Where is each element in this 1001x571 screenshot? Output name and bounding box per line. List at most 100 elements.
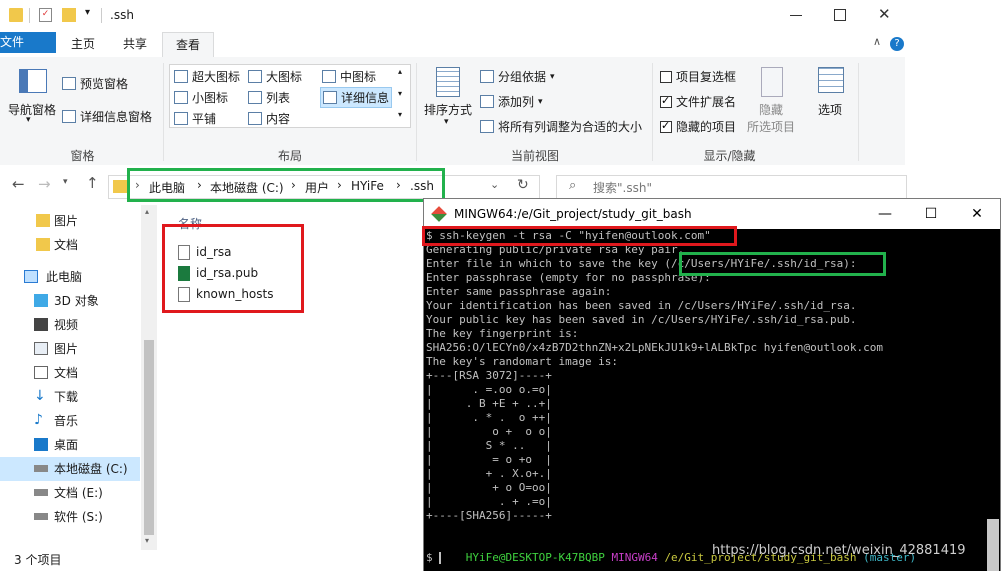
details-pane-icon	[62, 110, 76, 123]
scroll-up-icon[interactable]: ▴	[145, 207, 149, 216]
folder-icon	[9, 8, 23, 22]
size-all-columns-button[interactable]: 将所有列调整为合适的大小	[480, 118, 642, 135]
layout-expand-icon[interactable]: ▾	[398, 110, 402, 119]
nav-label: 文档 (E:)	[54, 486, 103, 500]
nav-pane-button[interactable]: 导航窗格 ▾	[6, 65, 58, 130]
nav-label: 软件 (S:)	[54, 510, 103, 524]
address-dropdown-icon[interactable]: ⌄	[490, 178, 499, 191]
terminal-line: | + o O=oo|	[426, 481, 552, 494]
tab-view[interactable]: 查看	[162, 32, 214, 58]
nav-item-drive-e[interactable]: 文档 (E:)	[0, 481, 140, 505]
minimize-button[interactable]	[790, 15, 802, 16]
nav-item-music[interactable]: ♪ 音乐	[0, 409, 140, 433]
preview-pane-button[interactable]: 预览窗格	[62, 75, 128, 92]
nav-item-local-disk-c[interactable]: 本地磁盘 (C:)	[0, 457, 140, 481]
properties-icon[interactable]: ✓	[39, 8, 52, 22]
item-checkboxes-checkbox[interactable]	[660, 70, 672, 83]
prompt-user: HYiFe@DESKTOP-K47BQBP	[465, 551, 605, 564]
separator	[29, 8, 30, 23]
hidden-items-checkbox[interactable]	[660, 119, 672, 133]
layout-s-icons[interactable]: 小图标	[174, 89, 228, 106]
maximize-button[interactable]: ☐	[908, 199, 954, 229]
layout-xl-icons[interactable]: 超大图标	[174, 68, 240, 85]
nav-label: 文档	[54, 238, 79, 252]
list-label: 列表	[266, 91, 291, 105]
sort-by-label: 排序方式	[424, 103, 473, 117]
size-all-columns-label: 将所有列调整为合适的大小	[498, 120, 643, 134]
back-arrow-icon[interactable]: ←	[12, 175, 25, 193]
drive-icon	[34, 465, 48, 472]
terminal-line: | . + .=o|	[426, 495, 552, 508]
nav-item-documents-2[interactable]: 文档	[0, 361, 140, 385]
nav-item-videos[interactable]: 视频	[0, 313, 140, 337]
nav-item-documents[interactable]: 文档	[0, 233, 140, 257]
nav-item-drive-s[interactable]: 软件 (S:)	[0, 505, 140, 529]
layout-details[interactable]: 详细信息	[320, 87, 393, 108]
terminal-scroll-thumb[interactable]	[987, 519, 999, 571]
nav-item-pictures-2[interactable]: 图片	[0, 337, 140, 361]
terminal-input-line[interactable]: $	[426, 551, 442, 565]
terminal-output[interactable]: $ ssh-keygen -t rsa -C "hyifen@outlook.c…	[424, 229, 1000, 571]
ribbon-separator	[163, 63, 164, 161]
item-checkboxes-toggle[interactable]: 项目复选框	[660, 68, 736, 85]
tab-file[interactable]: 文件	[0, 32, 56, 53]
group-by-button[interactable]: 分组依据 ▾	[480, 68, 555, 85]
up-arrow-icon[interactable]: ↑	[86, 174, 99, 192]
layout-content[interactable]: 内容	[248, 110, 290, 127]
nav-item-this-pc[interactable]: 此电脑	[0, 265, 140, 289]
close-button[interactable]: ✕	[878, 5, 891, 23]
tab-home[interactable]: 主页	[58, 32, 108, 57]
size-columns-icon	[480, 120, 494, 133]
nav-item-downloads[interactable]: ↓ 下载	[0, 385, 140, 409]
collapse-ribbon-icon[interactable]: ∧	[873, 35, 881, 48]
hidden-items-toggle[interactable]: 隐藏的项目	[660, 118, 736, 135]
nav-item-desktop[interactable]: 桌面	[0, 433, 140, 457]
terminal-title: MINGW64:/e/Git_project/study_git_bash	[454, 207, 692, 221]
customize-toolbar-icon[interactable]: ▾	[85, 7, 90, 18]
layout-l-icons[interactable]: 大图标	[248, 68, 302, 85]
layout-tiles[interactable]: 平铺	[174, 110, 216, 127]
layout-list[interactable]: 列表	[248, 89, 290, 106]
search-box[interactable]: ⌕ 搜索".ssh"	[556, 175, 907, 199]
refresh-icon[interactable]: ↻	[517, 177, 529, 193]
layout-scroll-up-icon[interactable]: ▴	[398, 67, 402, 76]
sort-by-button[interactable]: 排序方式 ▾	[422, 65, 476, 135]
text-cursor	[439, 552, 442, 564]
hide-selected-button[interactable]: 隐藏 所选项目	[745, 65, 800, 137]
forward-arrow-icon[interactable]: →	[38, 175, 51, 193]
group-label-show-hide: 显示/隐藏	[703, 149, 756, 163]
scroll-down-icon[interactable]: ▾	[145, 536, 149, 545]
s-icons-icon	[174, 91, 188, 104]
details-pane-button[interactable]: 详细信息窗格	[62, 108, 152, 125]
download-icon: ↓	[34, 388, 46, 404]
picture-icon	[34, 342, 48, 355]
details-label: 详细信息	[341, 91, 390, 105]
search-icon: ⌕	[569, 178, 577, 193]
options-button[interactable]: 选项	[812, 65, 852, 125]
help-icon[interactable]: ?	[890, 37, 904, 51]
details-icon	[323, 91, 337, 104]
terminal-scrollbar[interactable]	[986, 229, 1000, 571]
nav-scroll-thumb[interactable]	[144, 340, 154, 535]
file-extensions-toggle[interactable]: 文件扩展名	[660, 93, 736, 110]
layout-m-icons[interactable]: 中图标	[322, 68, 376, 85]
minimize-button[interactable]: —	[862, 199, 908, 229]
file-extensions-checkbox[interactable]	[660, 94, 672, 108]
new-folder-icon[interactable]	[62, 8, 76, 22]
l-icons-label: 大图标	[266, 70, 303, 84]
layout-scroll-down-icon[interactable]: ▾	[398, 89, 402, 98]
chevron-down-icon: ▾	[538, 96, 543, 107]
close-button[interactable]: ✕	[954, 199, 1000, 229]
tab-share[interactable]: 共享	[110, 32, 160, 57]
sort-icon	[436, 67, 460, 97]
recent-locations-icon[interactable]: ▾	[63, 177, 68, 187]
m-icons-icon	[322, 70, 336, 83]
nav-item-3d-objects[interactable]: 3D 对象	[0, 289, 140, 313]
add-columns-button[interactable]: 添加列 ▾	[480, 93, 543, 110]
drive-icon	[34, 513, 48, 520]
maximize-button[interactable]	[834, 9, 846, 21]
nav-scrollbar[interactable]: ▴ ▾	[141, 205, 157, 550]
item-count: 3 个项目	[14, 553, 62, 567]
tiles-icon	[174, 112, 188, 125]
nav-item-pictures[interactable]: 图片	[0, 209, 140, 233]
